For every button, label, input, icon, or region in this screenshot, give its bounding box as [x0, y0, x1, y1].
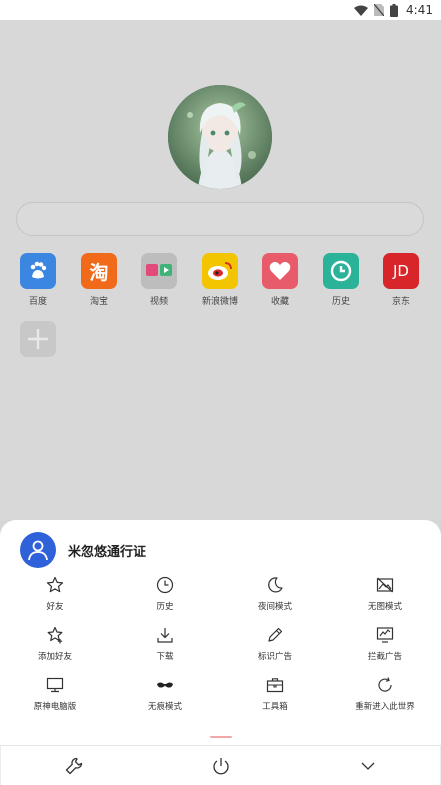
menu-item-desktop-version[interactable]: 原神电脑版 [0, 676, 110, 712]
clock-icon [156, 576, 174, 594]
menu-item-label: 工具箱 [262, 702, 288, 712]
shortcut-weibo[interactable]: 新浪微博 [190, 253, 250, 313]
menu-item-label: 无图模式 [367, 602, 402, 612]
add-shortcut-button[interactable] [20, 321, 56, 357]
menu-item-night-mode[interactable]: 夜间模式 [220, 576, 330, 612]
menu-item-label: 标识广告 [257, 652, 292, 662]
menu-item-label: 历史 [156, 602, 174, 612]
shortcut-label: 京东 [391, 297, 410, 307]
shortcut-grid: 百度 淘 淘宝 视频 新浪微博 收藏 历史 JD 京东 [0, 253, 441, 313]
menu-item-label: 添加好友 [37, 652, 72, 662]
refresh-icon [378, 677, 392, 692]
wifi-icon [354, 5, 369, 16]
plus-icon [28, 329, 48, 349]
star-plus-icon [47, 626, 63, 644]
heart-icon [262, 253, 298, 289]
taobao-icon: 淘 [81, 253, 117, 289]
menu-item-label: 好友 [46, 602, 64, 612]
wrench-icon [65, 757, 82, 774]
profile-avatar[interactable] [168, 85, 272, 189]
toolbox-icon [266, 678, 284, 693]
exit-button[interactable] [147, 746, 294, 785]
menu-item-incognito[interactable]: 无痕模式 [110, 676, 220, 712]
power-icon [212, 757, 229, 774]
menu-item-block-ads[interactable]: 拦截广告 [330, 626, 440, 662]
menu-item-history[interactable]: 历史 [110, 576, 220, 612]
menu-item-label: 拦截广告 [367, 652, 402, 662]
menu-item-toolbox[interactable]: 工具箱 [220, 676, 330, 712]
search-input[interactable] [16, 202, 424, 236]
shortcut-history[interactable]: 历史 [311, 253, 371, 313]
shortcut-label: 新浪微博 [201, 297, 238, 307]
user-account-row[interactable]: 米忽悠通行证 [20, 532, 146, 568]
monitor-icon [46, 677, 64, 693]
jd-icon: JD [383, 253, 419, 289]
menu-item-no-image-mode[interactable]: 无图模式 [330, 576, 440, 612]
menu-item-mark-ads[interactable]: 标识广告 [220, 626, 330, 662]
menu-item-label: 无痕模式 [147, 702, 182, 712]
no-sim-icon [374, 4, 385, 16]
menu-item-label: 夜间模式 [257, 602, 292, 612]
home-page: 百度 淘 淘宝 视频 新浪微博 收藏 历史 JD 京东 [0, 20, 441, 520]
menu-item-friends[interactable]: 好友 [0, 576, 110, 612]
shortcut-label: 视频 [149, 297, 168, 307]
menu-item-add-friend[interactable]: 添加好友 [0, 626, 110, 662]
settings-button[interactable] [0, 746, 147, 785]
clock-icon [323, 253, 359, 289]
shortcut-label: 百度 [28, 297, 47, 307]
baidu-paw-icon [20, 253, 56, 289]
user-name: 米忽悠通行证 [68, 544, 147, 560]
menu-item-label: 下载 [156, 652, 174, 662]
pen-icon [268, 627, 283, 642]
collapse-menu-button[interactable] [294, 746, 441, 785]
shortcut-baidu[interactable]: 百度 [8, 253, 68, 313]
divider [0, 746, 1, 785]
video-folder-icon [141, 253, 177, 289]
shortcut-label: 收藏 [270, 297, 289, 307]
user-avatar-icon [20, 532, 56, 568]
shortcut-label: 淘宝 [89, 297, 108, 307]
menu-item-label: 重新进入此世界 [355, 702, 415, 712]
menu-item-reenter-world[interactable]: 重新进入此世界 [330, 676, 440, 712]
battery-icon [390, 3, 399, 17]
ad-block-icon [376, 627, 394, 643]
shortcut-video[interactable]: 视频 [129, 253, 189, 313]
no-image-icon [376, 577, 394, 593]
menu-item-label: 原神电脑版 [33, 702, 77, 712]
bottom-toolbar [0, 745, 441, 785]
star-icon [46, 576, 64, 593]
anime-character-avatar-image [168, 85, 272, 189]
moon-icon [268, 577, 283, 593]
weibo-icon [202, 253, 238, 289]
menu-item-download[interactable]: 下载 [110, 626, 220, 662]
shortcut-favorites[interactable]: 收藏 [250, 253, 310, 313]
status-time: 4:41 [406, 3, 433, 17]
menu-sheet: 米忽悠通行证 好友 历史 夜间模式 无图模式 添加好友 下载 标识广告 拦截广告… [0, 520, 441, 785]
shortcut-taobao[interactable]: 淘 淘宝 [69, 253, 129, 313]
chevron-down-icon [361, 762, 374, 770]
shortcut-jd[interactable]: JD 京东 [371, 253, 431, 313]
shortcut-label: 历史 [331, 297, 350, 307]
status-bar: 4:41 [0, 0, 441, 20]
incognito-mask-icon [157, 682, 173, 688]
download-icon [157, 628, 173, 643]
page-indicator [210, 736, 232, 738]
